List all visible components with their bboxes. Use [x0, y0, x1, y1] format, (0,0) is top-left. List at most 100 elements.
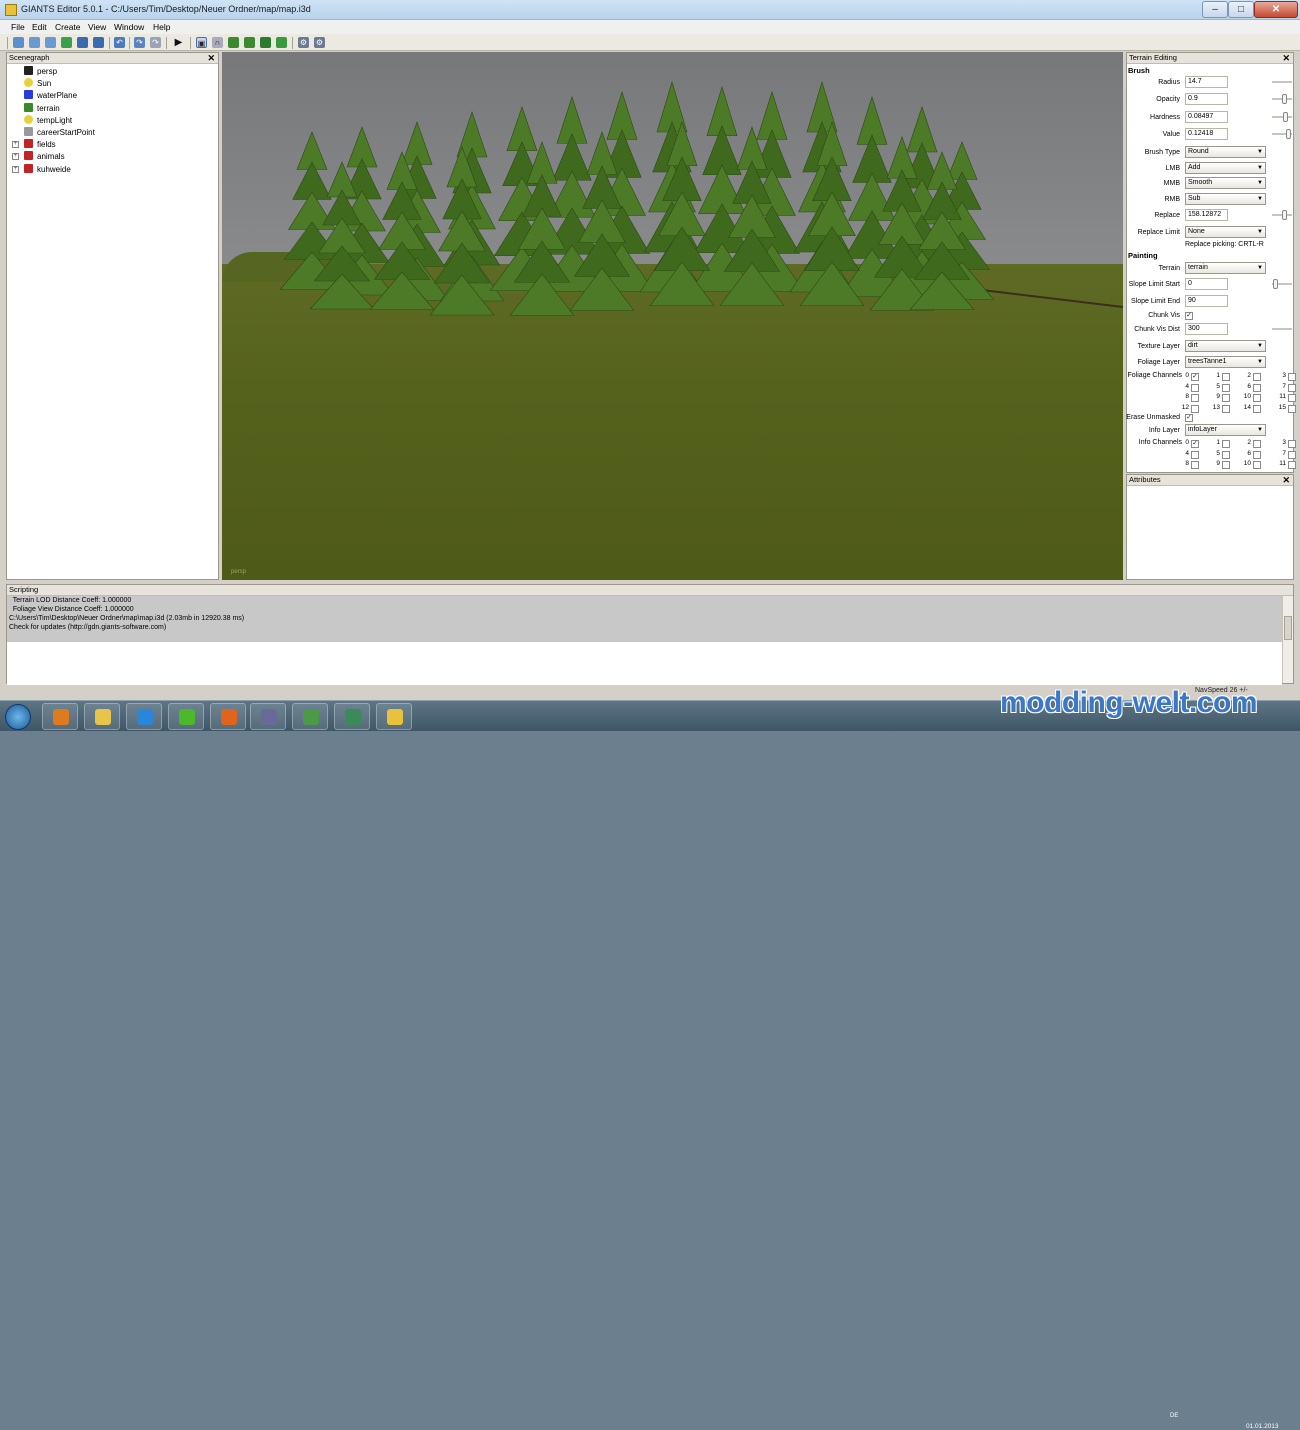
terrain-paint-icon[interactable] — [244, 37, 255, 48]
channel-checkbox[interactable] — [1288, 450, 1296, 459]
hardness-slider[interactable] — [1272, 116, 1292, 118]
mmb-select[interactable]: Smooth ▼ — [1185, 177, 1266, 189]
texture-layer-select[interactable]: dirt ▼ — [1185, 340, 1266, 352]
menu-create[interactable]: Create — [55, 22, 81, 32]
slope-limit-start-field[interactable]: 0 — [1185, 278, 1228, 290]
scene-tree-item[interactable]: Sun — [24, 78, 51, 90]
open-recent-icon[interactable] — [45, 37, 56, 48]
scene-tree-item[interactable]: fields — [24, 139, 56, 151]
channel-checkbox[interactable] — [1222, 450, 1230, 459]
rmb-select[interactable]: Sub ▼ — [1185, 193, 1266, 205]
redo-alt-icon[interactable]: ↷ — [150, 37, 161, 48]
taskbar-app-button[interactable] — [84, 703, 120, 730]
value-slider-knob[interactable] — [1286, 129, 1291, 139]
channel-checkbox[interactable] — [1191, 383, 1199, 392]
scrollbar-thumb[interactable] — [1284, 616, 1292, 640]
move-tool-icon[interactable]: ∩ — [212, 37, 223, 48]
menu-window[interactable]: Window — [114, 22, 144, 32]
maximize-button[interactable]: □ — [1228, 1, 1254, 18]
radius-field[interactable]: 14.7 — [1185, 76, 1228, 88]
channel-checkbox[interactable]: ✓ — [1191, 373, 1199, 381]
channel-checkbox[interactable] — [1253, 440, 1261, 448]
channel-checkbox[interactable] — [1222, 394, 1230, 402]
taskbar-app-button[interactable] — [126, 703, 162, 730]
settings-alt-icon[interactable]: ⚙ — [314, 37, 325, 48]
taskbar-app-button[interactable] — [168, 703, 204, 730]
menu-edit[interactable]: Edit — [32, 22, 47, 32]
channel-checkbox[interactable] — [1253, 383, 1261, 392]
channel-checkbox[interactable] — [1191, 450, 1199, 459]
foliage-paint-icon[interactable] — [260, 37, 271, 48]
channel-checkbox[interactable] — [1191, 404, 1199, 413]
language-indicator[interactable]: DE — [1170, 1413, 1178, 1419]
opacity-field[interactable]: 0.9 — [1185, 93, 1228, 105]
erase-unmasked-checkbox[interactable]: ✓ — [1185, 414, 1193, 422]
channel-checkbox[interactable] — [1253, 373, 1261, 381]
taskbar-app-button[interactable] — [42, 703, 78, 730]
channel-checkbox[interactable] — [1222, 461, 1230, 469]
channel-checkbox[interactable] — [1288, 373, 1296, 381]
channel-checkbox[interactable] — [1288, 394, 1296, 402]
channel-checkbox[interactable] — [1253, 450, 1261, 459]
foliage-layer-select[interactable]: treesTanne1 ▼ — [1185, 356, 1266, 368]
channel-checkbox[interactable] — [1222, 383, 1230, 392]
scene-tree-item[interactable]: tempLight — [24, 114, 72, 127]
taskbar-app-button[interactable] — [292, 703, 328, 730]
channel-checkbox[interactable] — [1288, 383, 1296, 392]
channel-checkbox[interactable] — [1222, 404, 1230, 413]
channel-checkbox[interactable] — [1288, 461, 1296, 469]
tree-expander[interactable]: + — [12, 141, 19, 149]
replace-slider-knob[interactable] — [1282, 210, 1287, 220]
channel-checkbox[interactable] — [1222, 373, 1230, 381]
close-icon[interactable]: ✕ — [207, 53, 215, 63]
import-icon[interactable] — [93, 37, 104, 48]
value-field[interactable]: 0.12418 — [1185, 128, 1228, 140]
save-icon[interactable] — [61, 37, 72, 48]
select-tool-icon[interactable]: ▣ — [196, 37, 207, 48]
replace-limit-select[interactable]: None ▼ — [1185, 226, 1266, 238]
close-icon[interactable]: ✕ — [1282, 475, 1290, 485]
scene-tree-item[interactable]: kuhweide — [24, 163, 71, 176]
channel-checkbox[interactable] — [1191, 394, 1199, 402]
channel-checkbox[interactable]: ✓ — [1191, 440, 1199, 448]
script-input[interactable] — [7, 642, 1282, 685]
channel-checkbox[interactable] — [1191, 461, 1199, 469]
hardness-slider-knob[interactable] — [1283, 112, 1288, 122]
scene-tree-item[interactable]: terrain — [24, 102, 60, 115]
radius-slider[interactable] — [1272, 81, 1292, 83]
grass-paint-icon[interactable] — [276, 37, 287, 48]
tree-expander[interactable]: + — [12, 165, 19, 173]
taskbar-app-button[interactable] — [376, 703, 412, 730]
info-layer-select[interactable]: infoLayer ▼ — [1185, 424, 1266, 436]
channel-checkbox[interactable] — [1253, 461, 1261, 469]
terrain-select[interactable]: terrain ▼ — [1185, 262, 1266, 274]
menu-file[interactable]: File — [11, 22, 25, 32]
open-file-icon[interactable] — [29, 37, 40, 48]
new-file-icon[interactable] — [13, 37, 24, 48]
tree-expander[interactable]: + — [12, 153, 19, 161]
3d-viewport[interactable]: persp — [222, 52, 1123, 580]
channel-checkbox[interactable] — [1253, 404, 1261, 413]
start-button[interactable] — [5, 704, 31, 730]
menu-help[interactable]: Help — [153, 22, 170, 32]
hardness-field[interactable]: 0.08497 — [1185, 111, 1228, 123]
channel-checkbox[interactable] — [1288, 440, 1296, 448]
scene-tree-item[interactable]: careerStartPoint — [24, 127, 95, 139]
save-as-icon[interactable] — [77, 37, 88, 48]
close-window-button[interactable]: ✕ — [1254, 1, 1298, 18]
play-icon[interactable]: ▶ — [173, 37, 184, 48]
chunk-vis-dist-slider[interactable] — [1272, 328, 1292, 330]
chunk-vis-checkbox[interactable]: ✓ — [1185, 312, 1193, 320]
channel-checkbox[interactable] — [1253, 394, 1261, 402]
slope-limit-slider-knob[interactable] — [1273, 279, 1278, 289]
minimize-button[interactable]: – — [1202, 1, 1228, 18]
undo-icon[interactable]: ↶ — [114, 37, 125, 48]
script-scrollbar[interactable] — [1282, 596, 1293, 683]
terrain-sculpt-icon[interactable] — [228, 37, 239, 48]
slope-limit-end-field[interactable]: 90 — [1185, 295, 1228, 307]
scene-tree-item[interactable]: animals — [24, 151, 65, 163]
settings-icon[interactable]: ⚙ — [298, 37, 309, 48]
lmb-select[interactable]: Add ▼ — [1185, 162, 1266, 174]
opacity-slider-knob[interactable] — [1282, 94, 1287, 104]
chunk-vis-dist-field[interactable]: 300 — [1185, 323, 1228, 335]
